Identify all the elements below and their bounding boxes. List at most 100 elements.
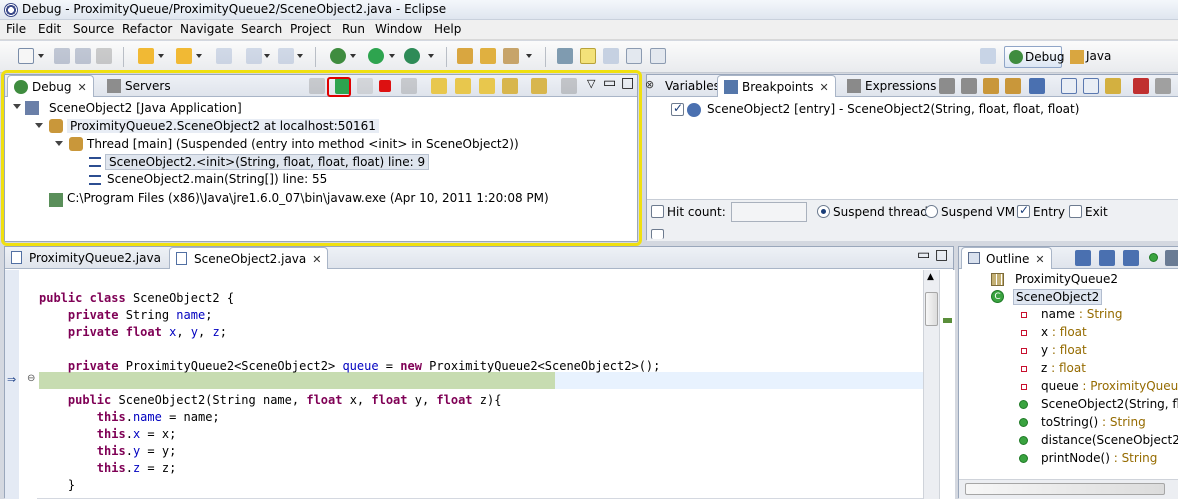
fold-icon[interactable]: ⊖ bbox=[27, 373, 35, 384]
close-icon[interactable]: ✕ bbox=[819, 81, 828, 94]
open-type-icon[interactable] bbox=[457, 48, 473, 64]
skip-breakpoints-icon[interactable] bbox=[1029, 78, 1045, 94]
close-icon[interactable]: ✕ bbox=[312, 253, 321, 266]
outline-method-printnode[interactable]: printNode() : String bbox=[1041, 451, 1157, 465]
outline-method-tostring[interactable]: toString() : String bbox=[1041, 415, 1146, 429]
tab-expressions[interactable]: Expressions bbox=[841, 75, 942, 97]
run-icon[interactable] bbox=[368, 48, 384, 64]
constructor-icon bbox=[1019, 400, 1028, 409]
hide-fields-icon[interactable] bbox=[1099, 250, 1115, 266]
outline-field-z[interactable]: z : float bbox=[1041, 361, 1086, 375]
pilcrow-icon[interactable] bbox=[650, 48, 666, 64]
menu-navigate[interactable]: Navigate bbox=[180, 22, 234, 36]
sort-icon[interactable] bbox=[1075, 250, 1091, 266]
previous-annotation-icon[interactable] bbox=[176, 48, 192, 64]
tab-outline[interactable]: Outline ✕ bbox=[961, 247, 1052, 269]
private-field-icon bbox=[1021, 366, 1027, 372]
menu-run[interactable]: Run bbox=[342, 22, 365, 36]
link-with-debug-icon[interactable] bbox=[1105, 78, 1121, 94]
outline-hscrollbar[interactable] bbox=[959, 479, 1178, 499]
open-perspective-icon[interactable] bbox=[980, 48, 996, 64]
public-method-icon bbox=[1019, 418, 1028, 427]
code-content[interactable]: public class SceneObject2 { private Stri… bbox=[39, 273, 660, 494]
outline-constructor[interactable]: SceneObject2(String, float bbox=[1041, 397, 1178, 411]
search-tool-icon[interactable] bbox=[503, 48, 519, 64]
suspend-thread-label: Suspend thread bbox=[833, 205, 928, 219]
remove-all-breakpoints-icon[interactable] bbox=[961, 78, 977, 94]
add-exception-breakpoint-icon[interactable] bbox=[1133, 78, 1149, 94]
next-annotation-icon[interactable] bbox=[138, 48, 154, 64]
show-whitespace-icon[interactable] bbox=[626, 48, 642, 64]
tab-proximityqueue2-java[interactable]: ProximityQueue2.java bbox=[5, 247, 167, 269]
conditional-checkbox[interactable] bbox=[651, 229, 664, 239]
remove-breakpoint-icon[interactable] bbox=[939, 78, 955, 94]
hit-count-label: Hit count: bbox=[667, 205, 726, 219]
outline-method-distance[interactable]: distance(SceneObject2) : f bbox=[1041, 433, 1178, 447]
close-icon[interactable]: ✕ bbox=[1035, 253, 1044, 266]
expand-all-icon[interactable] bbox=[1061, 78, 1077, 94]
perspective-debug-button[interactable]: Debug bbox=[1004, 46, 1064, 68]
scroll-up-icon[interactable]: ▲ bbox=[927, 272, 934, 282]
debug-bug-icon[interactable] bbox=[330, 48, 346, 64]
breakpoint-entry[interactable]: SceneObject2 [entry] - SceneObject2(Stri… bbox=[707, 102, 1079, 116]
perspective-java-button[interactable]: Java bbox=[1068, 46, 1128, 68]
toggle-breadcrumb-icon[interactable] bbox=[557, 48, 573, 64]
overview-ruler bbox=[939, 270, 955, 499]
private-field-icon bbox=[1021, 348, 1027, 354]
suspend-vm-radio[interactable] bbox=[925, 205, 938, 218]
class-icon: C bbox=[991, 290, 1004, 303]
hide-nonpublic-icon[interactable] bbox=[1149, 253, 1158, 262]
breakpoint-menu-icon[interactable] bbox=[1155, 78, 1171, 94]
last-edit-icon[interactable] bbox=[216, 48, 232, 64]
menu-project[interactable]: Project bbox=[290, 22, 331, 36]
suspend-thread-radio[interactable] bbox=[817, 205, 830, 218]
tab-breakpoints[interactable]: Breakpoints ✕ bbox=[717, 75, 836, 97]
hit-count-input[interactable] bbox=[731, 202, 807, 222]
go-to-file-icon[interactable] bbox=[1005, 78, 1021, 94]
menu-help[interactable]: Help bbox=[434, 22, 461, 36]
entry-checkbox[interactable] bbox=[1017, 203, 1030, 218]
package-icon bbox=[991, 273, 1004, 286]
menu-source[interactable]: Source bbox=[73, 22, 114, 36]
instruction-pointer-icon: ⇒ bbox=[7, 373, 17, 386]
menu-refactor[interactable]: Refactor bbox=[122, 22, 172, 36]
run-external-tools-icon[interactable] bbox=[404, 48, 420, 64]
open-folder-icon[interactable] bbox=[480, 48, 496, 64]
block-selection-icon[interactable] bbox=[603, 48, 619, 64]
exit-checkbox[interactable] bbox=[1069, 205, 1082, 218]
breakpoint-enabled-checkbox[interactable] bbox=[671, 101, 684, 116]
menu-edit[interactable]: Edit bbox=[38, 22, 61, 36]
hscroll-thumb[interactable] bbox=[965, 483, 1165, 495]
outline-field-x[interactable]: x : float bbox=[1041, 325, 1087, 339]
menu-window[interactable]: Window bbox=[375, 22, 422, 36]
title-bar: Debug - ProximityQueue/ProximityQueue2/S… bbox=[0, 0, 1178, 20]
print-icon[interactable] bbox=[96, 48, 112, 64]
minimize-icon[interactable]: ▭ bbox=[917, 247, 930, 263]
tab-sceneobject2-java[interactable]: SceneObject2.java ✕ bbox=[169, 247, 329, 269]
collapse-all-icon[interactable] bbox=[1083, 78, 1099, 94]
outline-field-y[interactable]: y : float bbox=[1041, 343, 1087, 357]
back-icon[interactable] bbox=[246, 48, 262, 64]
menu-bar: File Edit Source Refactor Navigate Searc… bbox=[0, 20, 1178, 40]
save-icon[interactable] bbox=[54, 48, 70, 64]
mark-occurrences-icon[interactable] bbox=[580, 48, 596, 64]
outline-field-name[interactable]: name : String bbox=[1041, 307, 1123, 321]
new-icon[interactable] bbox=[18, 48, 34, 64]
save-all-icon[interactable] bbox=[75, 48, 91, 64]
menu-file[interactable]: File bbox=[6, 22, 26, 36]
outline-class[interactable]: SceneObject2 bbox=[1013, 289, 1103, 305]
outline-menu-icon[interactable] bbox=[1165, 250, 1178, 266]
hide-static-icon[interactable] bbox=[1123, 250, 1139, 266]
editor-scrollbar[interactable]: ▲ bbox=[923, 270, 939, 499]
maximize-icon[interactable]: □ bbox=[935, 247, 948, 263]
outline-package[interactable]: ProximityQueue2 bbox=[1015, 272, 1118, 286]
scrollbar-thumb[interactable] bbox=[925, 292, 938, 326]
menu-search[interactable]: Search bbox=[241, 22, 282, 36]
show-supported-icon[interactable] bbox=[983, 78, 999, 94]
outline-field-queue[interactable]: queue : ProximityQueue2< bbox=[1041, 379, 1178, 393]
java-file-icon bbox=[11, 251, 22, 264]
forward-icon[interactable] bbox=[278, 48, 294, 64]
exit-label: Exit bbox=[1085, 205, 1108, 219]
hit-count-checkbox[interactable] bbox=[651, 205, 664, 218]
tab-variables[interactable]: ⊗ Variables bbox=[641, 75, 726, 97]
